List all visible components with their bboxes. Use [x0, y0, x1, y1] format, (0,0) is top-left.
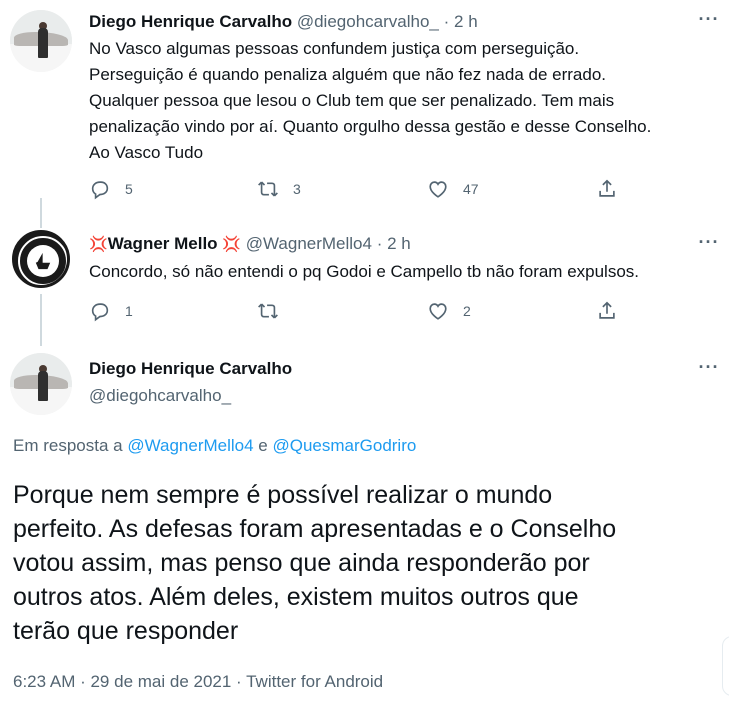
avatar[interactable]	[10, 10, 72, 72]
tweet-header: 💢Wagner Mello 💢 @WagnerMello4 · 2 h	[89, 233, 411, 256]
scroll-widget	[722, 636, 729, 696]
tweet-text: Porque nem sempre é possível realizar o …	[13, 478, 616, 648]
tweet-time[interactable]: 2 h	[387, 234, 411, 253]
tweet-2[interactable]: 💢Wagner Mello 💢 @WagnerMello4 · 2 h ··· …	[0, 215, 729, 340]
retweet-icon	[258, 303, 278, 319]
tweet-1[interactable]: Diego Henrique Carvalho @diegohcarvalho_…	[0, 0, 729, 215]
like-count: 2	[463, 303, 471, 319]
tweet-text-line: penalização vindo por aí. Quanto orgulho…	[89, 117, 652, 136]
tweet-text-line: Concordo, só não entendi o pq Godoi e Ca…	[89, 262, 640, 281]
reply-count: 5	[125, 181, 133, 197]
mention-link[interactable]: @QuesmarGodriro	[272, 436, 416, 455]
like-count: 47	[463, 181, 479, 197]
tweet-text: Concordo, só não entendi o pq Godoi e Ca…	[89, 259, 639, 285]
tweet-text-line: Qualquer pessoa que lesou o Club tem que…	[89, 91, 615, 110]
retweet-button[interactable]: 3	[257, 178, 301, 200]
avatar[interactable]	[12, 230, 70, 288]
separator-dot: ·	[443, 12, 450, 31]
reply-icon	[91, 303, 109, 322]
tweet-text-line: Ao Vasco Tudo	[89, 143, 204, 162]
tweet-text-line: No Vasco algumas pessoas confundem justi…	[89, 39, 580, 58]
reply-and: e	[253, 436, 273, 455]
user-name[interactable]: Diego Henrique Carvalho	[89, 359, 292, 378]
share-button[interactable]	[596, 300, 618, 322]
separator-dot: ·	[376, 234, 383, 253]
like-button[interactable]: 2	[427, 300, 471, 322]
more-icon[interactable]: ···	[697, 10, 721, 34]
thread-line	[40, 294, 42, 346]
avatar[interactable]	[10, 353, 72, 415]
user-name[interactable]: Diego Henrique Carvalho	[89, 12, 292, 31]
retweet-count: 3	[293, 181, 301, 197]
tweet-meta[interactable]: 6:23 AM · 29 de mai de 2021 · Twitter fo…	[13, 672, 383, 692]
tweet-text-line: votou assim, mas penso que ainda respond…	[13, 549, 590, 577]
tweet-actions: 1 2	[89, 300, 629, 324]
heart-icon	[429, 181, 447, 198]
share-icon	[599, 301, 615, 319]
tweet-text-line: terão que responder	[13, 617, 239, 645]
user-handle[interactable]: @diegohcarvalho_	[89, 386, 231, 406]
share-icon	[599, 179, 615, 197]
like-button[interactable]: 47	[427, 178, 479, 200]
user-handle[interactable]: @WagnerMello4	[246, 234, 372, 253]
tweet-text-line: outros atos. Além deles, existem muitos …	[13, 583, 579, 611]
tweet-text-line: Porque nem sempre é possível realizar o …	[13, 481, 553, 509]
focused-tweet: Diego Henrique Carvalho @diegohcarvalho_…	[0, 340, 729, 701]
tweet-time[interactable]: 2 h	[454, 12, 478, 31]
reply-button[interactable]: 5	[89, 178, 133, 200]
reply-icon	[91, 181, 109, 200]
more-icon[interactable]: ···	[697, 233, 721, 257]
retweet-button[interactable]	[257, 300, 293, 322]
share-button[interactable]	[596, 178, 618, 200]
retweet-icon	[258, 181, 278, 197]
tweet-text-line: perfeito. As defesas foram apresentadas …	[13, 515, 617, 543]
reply-button[interactable]: 1	[89, 300, 133, 322]
reply-context: Em resposta a @WagnerMello4 e @QuesmarGo…	[13, 436, 416, 456]
more-icon[interactable]: ···	[697, 358, 721, 382]
tweet-text-line: Perseguição é quando penaliza alguém que…	[89, 65, 606, 84]
tweet-actions: 5 3 47	[89, 178, 629, 202]
anger-emoji: 💢	[222, 236, 241, 253]
user-handle[interactable]: @diegohcarvalho_	[297, 12, 439, 31]
reply-prefix: Em resposta a	[13, 436, 128, 455]
tweet-text: No Vasco algumas pessoas confundem justi…	[89, 36, 651, 166]
mention-link[interactable]: @WagnerMello4	[127, 436, 253, 455]
tweet-header: Diego Henrique Carvalho	[89, 358, 292, 380]
user-name[interactable]: Wagner Mello	[108, 234, 218, 253]
reply-count: 1	[125, 303, 133, 319]
heart-icon	[429, 303, 447, 320]
anger-emoji: 💢	[89, 236, 108, 253]
tweet-header: Diego Henrique Carvalho @diegohcarvalho_…	[89, 11, 478, 33]
